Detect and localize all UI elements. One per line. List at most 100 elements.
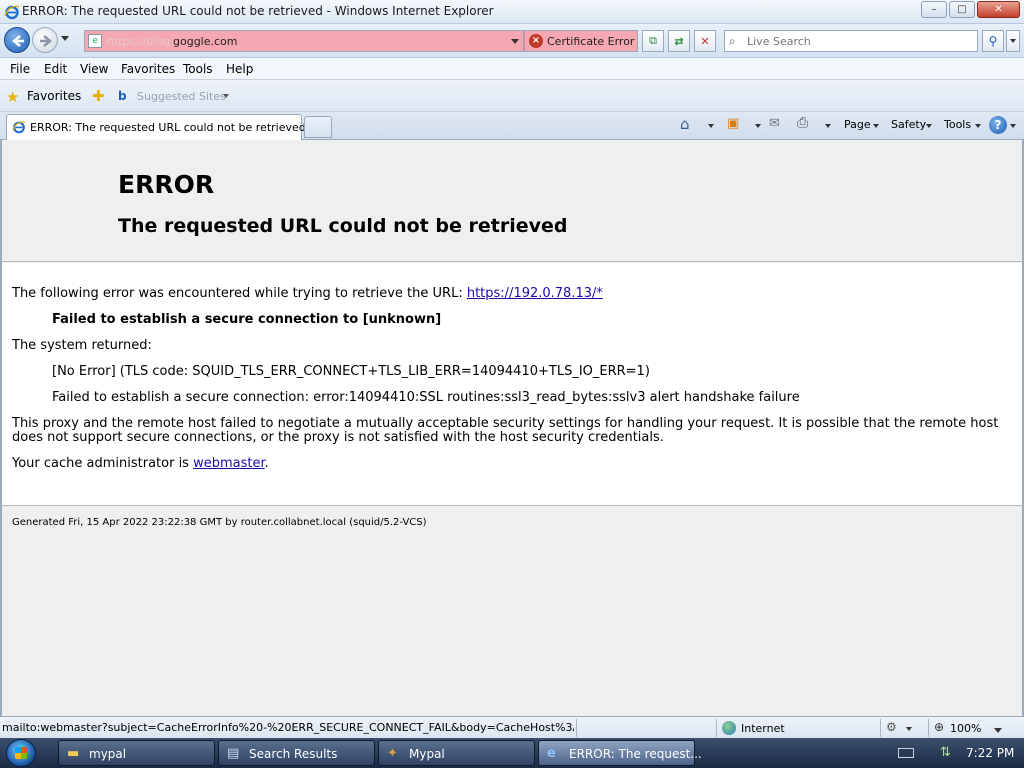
search-options-dropdown[interactable] bbox=[1006, 30, 1020, 52]
protected-mode-icon[interactable]: ⚙ bbox=[886, 720, 897, 734]
admin-paragraph: Your cache administrator is webmaster. bbox=[12, 457, 269, 471]
maximize-button[interactable]: □ bbox=[949, 1, 975, 18]
favorites-star-icon[interactable]: ★ bbox=[6, 88, 19, 106]
menu-bar: File Edit View Favorites Tools Help bbox=[0, 58, 1024, 80]
suggested-sites-button[interactable]: Suggested Sites bbox=[137, 90, 226, 103]
safety-dropdown-icon[interactable] bbox=[926, 124, 932, 128]
recent-pages-dropdown[interactable] bbox=[61, 36, 69, 41]
home-dropdown-icon[interactable] bbox=[708, 124, 714, 128]
internet-explorer-icon bbox=[4, 5, 20, 20]
search-icon: ⌕ bbox=[729, 34, 736, 48]
intro-text: The following error was encountered whil… bbox=[12, 286, 467, 301]
status-divider bbox=[716, 719, 717, 737]
favorites-button[interactable]: Favorites bbox=[27, 89, 81, 103]
favorites-bar: ★ Favorites ✚ b Suggested Sites bbox=[0, 80, 1024, 112]
page-icon: e bbox=[88, 34, 102, 48]
error-header: ERROR The requested URL could not be ret… bbox=[2, 140, 1022, 262]
magnifier-icon: ⚲ bbox=[988, 34, 998, 48]
menu-view[interactable]: View bbox=[80, 62, 108, 76]
taskbar-item-label: ERROR: The request... bbox=[569, 747, 702, 761]
internet-explorer-icon bbox=[12, 121, 26, 134]
zoom-level[interactable]: 100% bbox=[950, 722, 981, 735]
page-dropdown-icon[interactable] bbox=[873, 124, 879, 128]
menu-file[interactable]: File bbox=[10, 62, 30, 76]
url-host-text: goggle.com bbox=[173, 35, 238, 48]
zoom-icon[interactable]: ⊕ bbox=[934, 720, 944, 734]
menu-edit[interactable]: Edit bbox=[44, 62, 67, 76]
feeds-icon[interactable]: ▣ bbox=[727, 116, 739, 131]
menu-tools[interactable]: Tools bbox=[183, 62, 213, 76]
zoom-dropdown-icon[interactable] bbox=[994, 728, 1002, 733]
mail-icon[interactable]: ✉ bbox=[769, 116, 780, 131]
help-icon[interactable]: ? bbox=[989, 116, 1007, 134]
clock[interactable]: 7:22 PM bbox=[966, 746, 1014, 760]
search-box: ⌕ bbox=[724, 30, 978, 52]
status-bar: mailto:webmaster?subject=CacheErrorInfo%… bbox=[0, 716, 1024, 738]
webmaster-link[interactable]: webmaster bbox=[193, 456, 265, 471]
certificate-error-icon: × bbox=[529, 34, 543, 48]
taskbar-item-search-results[interactable]: ▤ Search Results bbox=[218, 740, 375, 766]
new-tab-button[interactable] bbox=[304, 116, 332, 138]
taskbar-item-mypal-browser[interactable]: ✦ Mypal bbox=[378, 740, 535, 766]
address-bar[interactable]: e https://blog. goggle.com bbox=[84, 30, 524, 52]
search-input[interactable] bbox=[747, 33, 973, 49]
explanation-text: This proxy and the remote host failed to… bbox=[12, 416, 999, 445]
feeds-dropdown-icon[interactable] bbox=[755, 124, 761, 128]
stop-button[interactable]: ✕ bbox=[694, 30, 716, 52]
security-zone-label[interactable]: Internet bbox=[741, 722, 785, 735]
home-icon[interactable]: ⌂ bbox=[680, 115, 690, 133]
tools-menu-button[interactable]: Tools bbox=[944, 118, 971, 131]
internet-zone-icon bbox=[722, 721, 736, 735]
tls-code-text: [No Error] (TLS code: SQUID_TLS_ERR_CONN… bbox=[52, 364, 650, 379]
close-icon: ✕ bbox=[994, 4, 1003, 15]
compatibility-view-button[interactable]: ⧉ bbox=[642, 30, 664, 52]
admin-text: Your cache administrator is bbox=[12, 456, 194, 471]
add-to-favorites-icon[interactable]: ✚ bbox=[92, 87, 105, 105]
url-scheme-text: https://blog. bbox=[107, 35, 174, 48]
forward-button[interactable] bbox=[32, 27, 58, 53]
keyboard-tray-icon[interactable] bbox=[898, 748, 914, 758]
taskbar-item-mypal-folder[interactable]: ▬ mypal bbox=[58, 740, 215, 766]
error-body: The following error was encountered whil… bbox=[2, 263, 1022, 506]
error-footer: Generated Fri, 15 Apr 2022 23:22:38 GMT … bbox=[2, 507, 1022, 716]
refresh-icon: ⇄ bbox=[674, 34, 684, 48]
admin-suffix: . bbox=[264, 456, 269, 471]
certificate-error-button[interactable]: × Certificate Error bbox=[524, 30, 638, 52]
print-dropdown-icon[interactable] bbox=[825, 124, 831, 128]
help-dropdown-icon[interactable] bbox=[1010, 124, 1016, 128]
tools-dropdown-icon[interactable] bbox=[975, 124, 981, 128]
taskbar-item-ie-error[interactable]: e ERROR: The request... bbox=[538, 740, 702, 766]
menu-help[interactable]: Help bbox=[226, 62, 253, 76]
stop-icon: ✕ bbox=[700, 34, 710, 48]
page-menu-button[interactable]: Page bbox=[844, 118, 871, 131]
print-icon[interactable]: ⎙ bbox=[797, 115, 808, 131]
back-button[interactable] bbox=[4, 27, 30, 53]
title-bar: ERROR: The requested URL could not be re… bbox=[0, 0, 1024, 24]
search-button[interactable]: ⚲ bbox=[982, 30, 1004, 52]
status-text: mailto:webmaster?subject=CacheErrorInfo%… bbox=[2, 721, 574, 734]
forward-arrow-icon bbox=[40, 35, 52, 47]
network-tray-icon[interactable]: ⇅ bbox=[940, 745, 951, 760]
back-arrow-icon bbox=[12, 35, 24, 47]
status-divider bbox=[576, 719, 577, 737]
taskbar: ▬ mypal ▤ Search Results ✦ Mypal e ERROR… bbox=[0, 738, 1024, 768]
error-subheading: The requested URL could not be retrieved bbox=[118, 215, 568, 237]
close-button[interactable]: ✕ bbox=[977, 1, 1020, 18]
taskbar-item-label: mypal bbox=[89, 747, 127, 761]
error-heading: ERROR bbox=[118, 170, 215, 199]
address-dropdown-icon[interactable] bbox=[511, 39, 519, 44]
status-divider bbox=[880, 719, 881, 737]
suggested-sites-dropdown-icon[interactable] bbox=[223, 94, 229, 98]
window-title: ERROR: The requested URL could not be re… bbox=[22, 4, 494, 18]
safety-menu-button[interactable]: Safety bbox=[891, 118, 926, 131]
error-url-link[interactable]: https://192.0.78.13/* bbox=[467, 286, 603, 301]
start-button[interactable] bbox=[6, 739, 36, 767]
tab-error-page[interactable]: ERROR: The requested URL could not be re… bbox=[6, 114, 306, 140]
menu-favorites[interactable]: Favorites bbox=[121, 62, 175, 76]
compatibility-icon: ⧉ bbox=[649, 34, 657, 47]
refresh-button[interactable]: ⇄ bbox=[668, 30, 690, 52]
minimize-button[interactable]: – bbox=[921, 1, 947, 18]
protected-mode-dropdown-icon[interactable] bbox=[906, 727, 912, 731]
certificate-error-label: Certificate Error bbox=[547, 35, 635, 48]
suggested-sites-icon: b bbox=[118, 89, 127, 103]
